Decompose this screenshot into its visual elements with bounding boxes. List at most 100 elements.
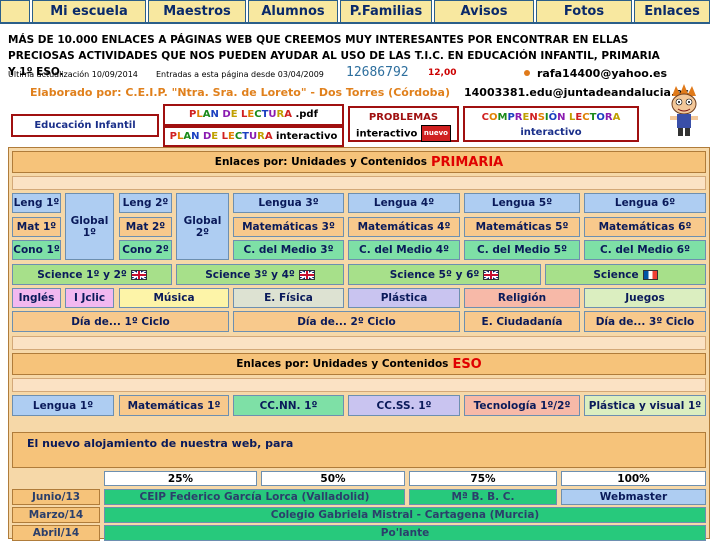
medio-3-link[interactable]: C. del Medio 3º xyxy=(233,240,344,260)
comprension-sub: interactivo xyxy=(520,127,582,138)
jclic-link[interactable]: I Jclic xyxy=(65,288,114,308)
progress-50-label: 50% xyxy=(261,471,405,486)
science-5-6-link[interactable]: Science 5º y 6º xyxy=(348,264,541,285)
date-junio-13: Junio/13 xyxy=(12,489,100,505)
global-1-link[interactable]: Global 1º xyxy=(65,193,114,260)
cartoon-character-icon xyxy=(670,84,698,136)
ciudadania-link[interactable]: E. Ciudadanía xyxy=(464,311,580,332)
plastica-link[interactable]: Plástica xyxy=(348,288,460,308)
cono-2-link[interactable]: Cono 2º xyxy=(119,240,172,260)
mates-3-link[interactable]: Matemáticas 3º xyxy=(233,217,344,237)
progress-25-label: 25% xyxy=(104,471,257,486)
eso-header-red: ESO xyxy=(452,356,482,372)
nav-item-mi-escuela[interactable]: Mi escuela xyxy=(32,0,146,22)
fisica-link[interactable]: E. Física xyxy=(233,288,344,308)
dia-ciclo-3-link[interactable]: Día de... 3º Ciclo xyxy=(584,311,706,332)
plan-lectura-int-label: PLAN DE LECTURA xyxy=(169,131,273,142)
mat-2-link[interactable]: Mat 2º xyxy=(119,217,172,237)
nav-item-avisos[interactable]: Avisos xyxy=(434,0,534,22)
france-flag-icon xyxy=(642,269,658,280)
date-marzo-14: Marzo/14 xyxy=(12,507,100,523)
eso-tecnologia-link[interactable]: Tecnología 1º/2º xyxy=(464,395,580,416)
primaria-header-red: PRIMARIA xyxy=(430,154,504,170)
eso-lengua-link[interactable]: Lengua 1º xyxy=(12,395,114,416)
spacer-row xyxy=(12,378,706,392)
top-nav: Mi escuela Maestros Alumnos P.Familias A… xyxy=(0,0,710,24)
bullet-icon xyxy=(524,70,530,76)
nav-item-alumnos[interactable]: Alumnos xyxy=(248,0,338,22)
interactivo-suffix: interactivo xyxy=(276,131,338,142)
medio-4-link[interactable]: C. del Medio 4º xyxy=(348,240,460,260)
global-2-link[interactable]: Global 2º xyxy=(176,193,229,260)
infantil-link[interactable]: Educación Infantil xyxy=(11,114,159,137)
nuevo-badge: nuevo xyxy=(420,125,451,142)
juegos-link[interactable]: Juegos xyxy=(584,288,706,308)
eso-header-text: Enlaces por: Unidades y Contenidos xyxy=(236,358,449,370)
lengua-3-link[interactable]: Lengua 3º xyxy=(233,193,344,213)
visit-counter: 12686792 xyxy=(346,65,409,80)
author-line: Elaborado por: C.E.I.P. "Ntra. Sra. de L… xyxy=(30,86,451,99)
entries-label: Entradas a esta página desde 03/04/2009 xyxy=(156,70,324,79)
primaria-header: Enlaces por: Unidades y Contenidos PRIMA… xyxy=(12,151,706,173)
science-1-2-link[interactable]: Science 1º y 2º xyxy=(12,264,172,285)
uk-flag-icon xyxy=(298,269,315,280)
science-3-4-label: Science 3º y 4º xyxy=(205,268,295,281)
uk-flag-icon xyxy=(130,269,147,280)
email-yahoo[interactable]: rafa14400@yahoo.es xyxy=(537,67,667,80)
alojamiento-text: El nuevo alojamiento de nuestra web, par… xyxy=(12,432,706,468)
eso-header: Enlaces por: Unidades y Contenidos ESO xyxy=(12,353,706,375)
eso-plastica-link[interactable]: Plástica y visual 1º xyxy=(584,395,706,416)
pdf-suffix: .pdf xyxy=(295,109,318,120)
email-junta[interactable]: 14003381.edu@juntadeandalucia.es xyxy=(464,86,689,99)
religion-link[interactable]: Religión xyxy=(464,288,580,308)
plan-lectura-pdf-label: PLAN DE LECTURA xyxy=(189,109,292,120)
dia-ciclo-1-link[interactable]: Día de... 1º Ciclo xyxy=(12,311,229,332)
nav-item-enlaces[interactable]: Enlaces xyxy=(634,0,710,22)
plan-lectura-interactivo-link[interactable]: PLAN DE LECTURA interactivo xyxy=(163,126,344,147)
progress-75-label: 75% xyxy=(409,471,557,486)
dia-ciclo-2-link[interactable]: Día de... 2º Ciclo xyxy=(233,311,460,332)
lengua-5-link[interactable]: Lengua 5º xyxy=(464,193,580,213)
spacer-row xyxy=(12,336,706,350)
eso-ccnn-link[interactable]: CC.NN. 1º xyxy=(233,395,344,416)
medio-6-link[interactable]: C. del Medio 6º xyxy=(584,240,706,260)
problemas-label: PROBLEMAS xyxy=(368,112,439,123)
comprension-label: COMPRENSIÓN LECTORA xyxy=(481,112,621,123)
infantil-label: Educación Infantil xyxy=(34,120,136,131)
science-fr-label: Science xyxy=(593,268,639,281)
nav-item-home[interactable] xyxy=(0,0,30,22)
eso-mates-link[interactable]: Matemáticas 1º xyxy=(119,395,229,416)
mat-1-link[interactable]: Mat 1º xyxy=(12,217,61,237)
mates-4-link[interactable]: Matemáticas 4º xyxy=(348,217,460,237)
primaria-header-text: Enlaces por: Unidades y Contenidos xyxy=(214,156,427,168)
science-fr-link[interactable]: Science xyxy=(545,264,706,285)
progress-mbbc: Mª B. B. C. xyxy=(409,489,557,505)
lengua-4-link[interactable]: Lengua 4º xyxy=(348,193,460,213)
musica-link[interactable]: Música xyxy=(119,288,229,308)
links-table: Enlaces por: Unidades y Contenidos PRIMA… xyxy=(8,147,710,541)
leng-2-link[interactable]: Leng 2º xyxy=(119,193,172,213)
nav-item-fotos[interactable]: Fotos xyxy=(536,0,632,22)
eso-ccss-link[interactable]: CC.SS. 1º xyxy=(348,395,460,416)
problemas-sub: interactivo xyxy=(356,128,418,140)
science-3-4-link[interactable]: Science 3º y 4º xyxy=(176,264,344,285)
uk-flag-icon xyxy=(483,269,500,280)
ingles-link[interactable]: Inglés xyxy=(12,288,61,308)
lengua-6-link[interactable]: Lengua 6º xyxy=(584,193,706,213)
progress-gabriela-mistral: Colegio Gabriela Mistral - Cartagena (Mu… xyxy=(104,507,706,523)
leng-1-link[interactable]: Leng 1º xyxy=(12,193,61,213)
plan-lectura-pdf-link[interactable]: PLAN DE LECTURA .pdf xyxy=(163,104,344,126)
nav-item-maestros[interactable]: Maestros xyxy=(148,0,246,22)
spacer-row xyxy=(12,176,706,190)
nav-item-familias[interactable]: P.Familias xyxy=(340,0,432,22)
problemas-link[interactable]: PROBLEMAS interactivo nuevo xyxy=(348,106,459,142)
mates-5-link[interactable]: Matemáticas 5º xyxy=(464,217,580,237)
science-5-6-label: Science 5º y 6º xyxy=(389,268,480,281)
science-1-2-label: Science 1º y 2º xyxy=(37,268,127,281)
progress-100-label: 100% xyxy=(561,471,706,486)
comprension-lectora-link[interactable]: COMPRENSIÓN LECTORA interactivo xyxy=(463,106,639,142)
mates-6-link[interactable]: Matemáticas 6º xyxy=(584,217,706,237)
medio-5-link[interactable]: C. del Medio 5º xyxy=(464,240,580,260)
last-updated: Ultima actualización 10/09/2014 xyxy=(8,70,138,79)
cono-1-link[interactable]: Cono 1º xyxy=(12,240,61,260)
